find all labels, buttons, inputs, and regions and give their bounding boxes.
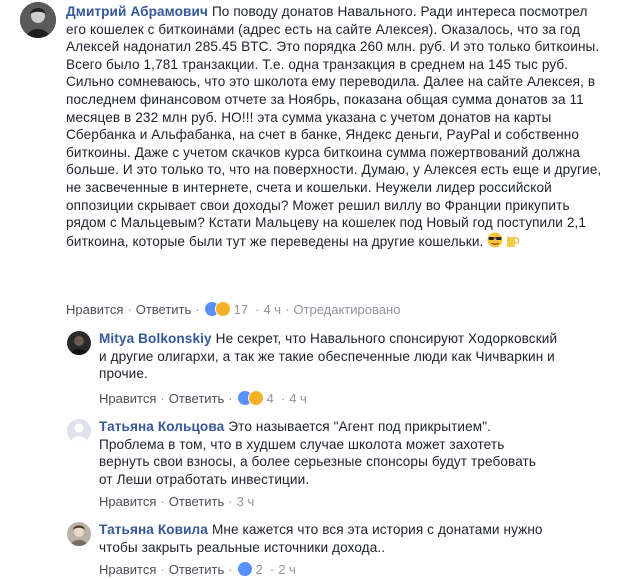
reactions-summary[interactable]: 4 xyxy=(236,390,274,406)
comment-actions: Нравится · Ответить · 17 · 4 ч · Отредак… xyxy=(66,301,401,317)
reply-link[interactable]: Ответить xyxy=(136,302,192,317)
comment-actions: Нравится · Ответить · 2 · 2 ч xyxy=(99,561,296,577)
edited-label[interactable]: Отредактировано xyxy=(293,302,400,317)
comment-author[interactable]: Татьяна Кольцова xyxy=(99,419,224,434)
reply-link[interactable]: Ответить xyxy=(169,562,225,577)
avatar[interactable] xyxy=(67,522,91,546)
comment-author[interactable]: Татьяна Ковила xyxy=(99,522,208,537)
like-link[interactable]: Нравится xyxy=(66,302,123,317)
wow-reaction-icon xyxy=(214,301,231,317)
like-link[interactable]: Нравится xyxy=(99,494,156,509)
avatar[interactable] xyxy=(67,419,91,443)
comment-author[interactable]: Дмитрий Абрамович xyxy=(66,4,208,19)
comment-time[interactable]: 3 ч xyxy=(237,494,255,509)
avatar[interactable] xyxy=(67,331,91,355)
reaction-count: 4 xyxy=(266,390,274,406)
sunglasses-emoji-icon xyxy=(486,232,504,253)
comment-text: По поводу донатов Навального. Ради интер… xyxy=(66,4,602,249)
like-link[interactable]: Нравится xyxy=(99,391,156,406)
comment-body: Татьяна Кольцова Это называется "Агент по… xyxy=(99,418,539,488)
comment-time[interactable]: 4 ч xyxy=(263,302,281,317)
comment-author[interactable]: Mitya Bolkonskiy xyxy=(99,331,212,346)
reactions-summary[interactable]: 17 xyxy=(203,301,249,317)
comment-body: Дмитрий Абрамович По поводу донатов Навал… xyxy=(66,3,608,252)
comment-actions: Нравится · Ответить · 3 ч xyxy=(99,494,255,509)
comment-time[interactable]: 4 ч xyxy=(289,391,307,406)
reactions-summary[interactable]: 2 xyxy=(236,561,263,577)
like-link[interactable]: Нравится xyxy=(99,562,156,577)
reply-link[interactable]: Ответить xyxy=(169,494,225,509)
wow-reaction-icon xyxy=(247,390,264,406)
reply-link[interactable]: Ответить xyxy=(169,391,225,406)
like-reaction-icon xyxy=(236,561,253,577)
avatar[interactable] xyxy=(20,2,56,38)
comment-body: Mitya Bolkonskiy Не секрет, что Навальног… xyxy=(99,330,559,383)
comment-body: Татьяна Ковила Мне кажется что вся эта ис… xyxy=(99,521,549,556)
comment-actions: Нравится · Ответить · 4 · 4 ч xyxy=(99,390,307,406)
beer-emoji-icon xyxy=(504,232,520,253)
reaction-count: 2 xyxy=(255,561,263,577)
reaction-count: 17 xyxy=(233,301,249,317)
comment-time[interactable]: 2 ч xyxy=(278,562,296,577)
